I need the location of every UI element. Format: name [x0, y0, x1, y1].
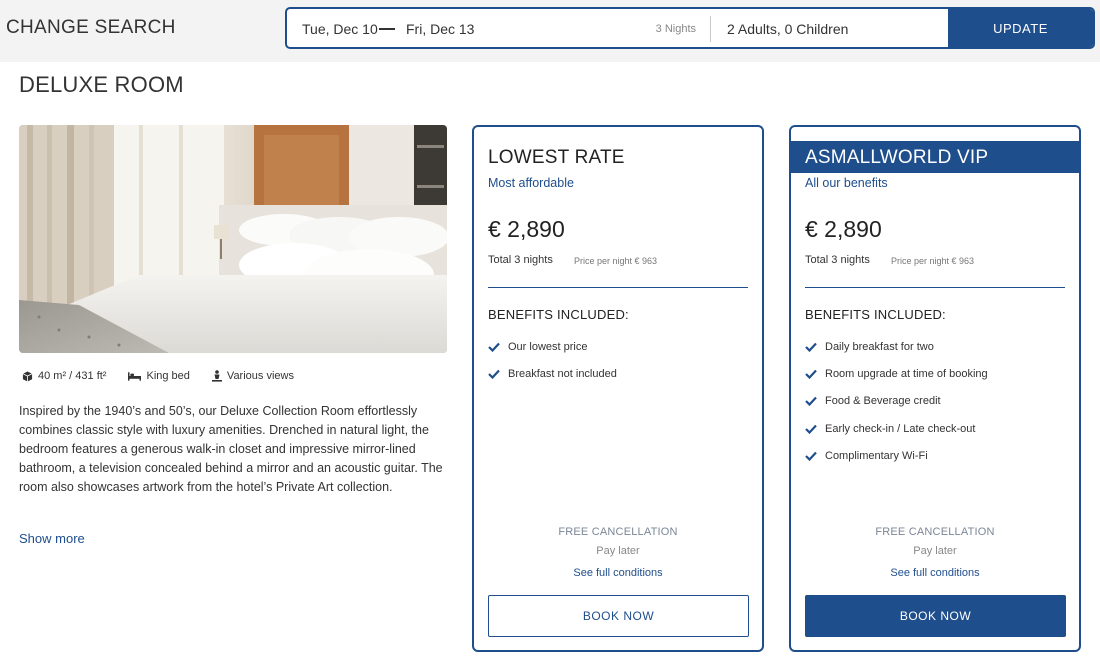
rate-subtitle: All our benefits	[805, 176, 888, 190]
rate-price-per-night: Price per night € 963	[574, 256, 658, 266]
rate-price: € 2,890	[805, 216, 882, 242]
room-features: 40 m² / 431 ft² King bed Various views	[22, 370, 316, 382]
check-icon	[805, 451, 817, 461]
rate-total-nights: Total 3 nights	[805, 254, 870, 266]
rate-title: ASMALLWORLD VIP	[805, 147, 989, 168]
check-icon	[488, 342, 500, 352]
benefit-item: Daily breakfast for two	[805, 333, 988, 360]
rate-title-banner: ASMALLWORLD VIP	[791, 141, 1079, 173]
benefit-label: Room upgrade at time of booking	[825, 367, 988, 380]
room-title: DELUXE ROOM	[19, 72, 184, 97]
book-now-button[interactable]: BOOK NOW	[805, 595, 1066, 637]
rate-separator	[488, 287, 748, 288]
feature-bed: King bed	[128, 370, 190, 382]
benefit-label: Early check-in / Late check-out	[825, 422, 976, 435]
benefit-list: Our lowest price Breakfast not included	[488, 333, 617, 388]
feature-view-label: Various views	[226, 370, 294, 382]
update-button[interactable]: UPDATE	[948, 9, 1093, 47]
benefit-item: Food & Beverage credit	[805, 388, 988, 415]
rate-card-vip: ASMALLWORLD VIP All our benefits € 2,890…	[789, 125, 1081, 652]
room-photo	[19, 125, 447, 353]
view-icon	[211, 370, 222, 382]
check-icon	[805, 396, 817, 407]
date-range-picker[interactable]: Tue, Dec 10 Fri, Dec 13 3 Nights	[287, 9, 710, 47]
rate-price: € 2,890	[488, 216, 565, 242]
check-icon	[805, 424, 817, 434]
search-bar: CHANGE SEARCH Tue, Dec 10 Fri, Dec 13 3 …	[0, 0, 1100, 60]
benefits-heading: BENEFITS INCLUDED:	[488, 307, 629, 322]
book-now-button[interactable]: BOOK NOW	[488, 595, 749, 637]
check-icon	[805, 369, 817, 379]
pay-later-label: Pay later	[913, 545, 957, 557]
feature-bed-label: King bed	[146, 370, 190, 382]
guests-selector[interactable]: 2 Adults, 0 Children	[711, 9, 948, 47]
check-icon	[488, 369, 500, 379]
free-cancellation-label: FREE CANCELLATION	[558, 526, 678, 538]
check-icon	[805, 342, 817, 352]
benefits-heading: BENEFITS INCLUDED:	[805, 307, 946, 322]
benefit-list: Daily breakfast for two Room upgrade at …	[805, 333, 988, 469]
benefit-item: Room upgrade at time of booking	[805, 360, 988, 387]
date-dash	[379, 28, 395, 30]
benefit-label: Daily breakfast for two	[825, 340, 934, 353]
room-description: Inspired by the 1940’s and 50’s, our Del…	[19, 404, 443, 494]
cube-icon	[22, 370, 33, 382]
rate-title: LOWEST RATE	[488, 147, 625, 168]
feature-size-label: 40 m² / 431 ft²	[38, 370, 107, 382]
rate-separator	[805, 287, 1065, 288]
feature-size: 40 m² / 431 ft²	[22, 370, 106, 382]
benefit-label: Breakfast not included	[508, 367, 617, 380]
see-conditions-link[interactable]: See full conditions	[791, 567, 1079, 579]
benefit-label: Our lowest price	[508, 340, 588, 353]
see-conditions-link[interactable]: See full conditions	[474, 567, 762, 579]
benefit-item: Our lowest price	[488, 333, 617, 360]
pay-later-label: Pay later	[596, 545, 640, 557]
show-more-link[interactable]: Show more	[19, 531, 85, 546]
feature-view: Various views	[211, 370, 294, 382]
check-out-date[interactable]: Fri, Dec 13	[406, 21, 474, 37]
search-box: Tue, Dec 10 Fri, Dec 13 3 Nights 2 Adult…	[285, 7, 1095, 49]
benefit-item: Complimentary Wi-Fi	[805, 442, 988, 469]
benefit-item: Breakfast not included	[488, 360, 617, 387]
free-cancellation-label: FREE CANCELLATION	[875, 526, 995, 538]
benefit-item: Early check-in / Late check-out	[805, 415, 988, 442]
benefit-label: Complimentary Wi-Fi	[825, 449, 928, 462]
change-search-label: CHANGE SEARCH	[6, 17, 176, 38]
rate-card-lowest: LOWEST RATE Most affordable € 2,890 Tota…	[472, 125, 764, 652]
rate-subtitle: Most affordable	[488, 176, 574, 190]
nights-count: 3 Nights	[655, 23, 696, 35]
room-panel: DELUXE ROOM 40 m² / 431 ft² King bed Var…	[0, 62, 1100, 659]
rate-price-per-night: Price per night € 963	[891, 256, 975, 266]
check-in-date[interactable]: Tue, Dec 10	[302, 21, 378, 37]
bed-icon	[128, 372, 142, 381]
benefit-label: Food & Beverage credit	[825, 395, 941, 408]
rate-total-nights: Total 3 nights	[488, 254, 553, 266]
